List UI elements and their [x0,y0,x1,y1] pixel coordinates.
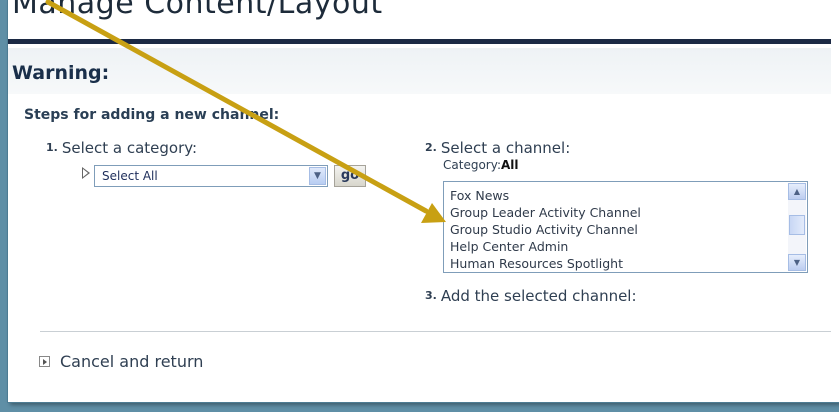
step2-label: Select a channel: [440,139,571,157]
chevron-up-icon[interactable]: ▲ [788,183,806,200]
list-item[interactable]: Group Studio Activity Channel [450,221,641,238]
channel-scrollbar[interactable]: ▲ ▼ [788,183,806,271]
step1-label: Select a category: [61,139,198,157]
list-item[interactable]: Human Resources Spotlight [450,255,641,272]
list-item[interactable]: Help Center Admin [450,238,641,255]
step3-number: 3. [425,289,437,302]
warning-bar [8,48,831,94]
warning-label: Warning: [12,62,110,84]
triangle-right-icon [82,167,90,179]
list-item[interactable]: Fox News [450,187,641,204]
page-title: Manage Content/Layout [12,0,383,21]
category-value: All [500,158,519,172]
category-select[interactable]: Select All ▼ [94,165,328,187]
section-divider [40,331,831,332]
steps-heading: Steps for adding a new channel: [24,107,280,123]
list-item[interactable]: Group Leader Activity Channel [450,204,641,221]
step3-label-row: 3. Add the selected channel: [425,287,637,305]
cancel-and-return-link[interactable]: Cancel and return [60,352,203,371]
step3-label: Add the selected channel: [440,287,637,305]
category-indicator: Category:All [443,158,519,172]
go-button[interactable]: go [334,165,366,187]
category-select-value: Select All [102,169,158,183]
scrollbar-thumb[interactable] [789,215,805,235]
channel-listbox[interactable]: Fox News Group Leader Activity Channel G… [443,181,808,273]
category-prefix: Category: [443,158,501,172]
step1-number: 1. [46,141,58,154]
step2-label-row: 2. Select a channel: [425,139,570,157]
step2-number: 2. [425,141,437,154]
chevron-down-icon[interactable]: ▼ [788,254,806,271]
boxed-arrow-right-icon[interactable] [39,356,50,367]
chevron-down-icon[interactable]: ▼ [309,167,326,185]
step1-label-row: 1. Select a category: [46,139,197,157]
title-divider [8,39,831,44]
